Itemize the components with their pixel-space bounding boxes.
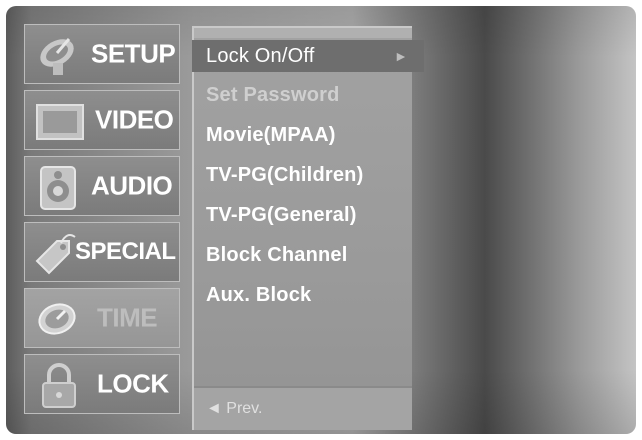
tab-video-label: VIDEO <box>95 104 174 135</box>
tab-setup[interactable]: SETUP <box>24 24 180 84</box>
menu-item-label: TV-PG(General) <box>206 204 357 226</box>
clock-icon <box>35 299 81 346</box>
tab-time[interactable]: TIME <box>24 288 180 348</box>
osd-screen: SETUP VIDEO AUDIO SPECIAL TIME LOCK Lock… <box>6 6 636 434</box>
menu-item-tv-pg-general[interactable]: TV-PG(General) <box>206 204 357 227</box>
tab-time-label: TIME <box>97 302 158 333</box>
tab-lock-label: LOCK <box>97 368 169 399</box>
lock-menu-panel: Lock On/Off ► Set Password Movie(MPAA) T… <box>192 26 424 430</box>
panel-top-bar <box>194 28 412 38</box>
menu-item-block-channel[interactable]: Block Channel <box>206 244 348 267</box>
satellite-dish-icon <box>35 33 85 84</box>
tag-icon <box>31 229 81 286</box>
tab-audio[interactable]: AUDIO <box>24 156 180 216</box>
menu-item-aux-block[interactable]: Aux. Block <box>206 284 311 307</box>
tab-special-label: SPECIAL <box>75 238 176 265</box>
tab-lock[interactable]: LOCK <box>24 354 180 414</box>
padlock-icon <box>39 363 79 416</box>
menu-item-label: Aux. Block <box>206 284 312 306</box>
menu-item-label: TV-PG(Children) <box>206 164 364 186</box>
tab-audio-label: AUDIO <box>91 170 173 201</box>
menu-item-tv-pg-children[interactable]: TV-PG(Children) <box>206 164 363 187</box>
tab-special[interactable]: SPECIAL <box>24 222 180 282</box>
menu-item-set-password[interactable]: Set Password <box>206 84 340 107</box>
menu-item-label: Movie(MPAA) <box>206 124 336 146</box>
menu-item-movie-mpaa[interactable]: Movie(MPAA) <box>206 124 336 147</box>
arrow-right-icon: ► <box>393 48 408 64</box>
screen-icon <box>35 103 85 148</box>
prev-button[interactable]: ◄ Prev. <box>194 386 412 430</box>
menu-item-label: Set Password <box>206 84 340 106</box>
menu-item-label: Lock On/Off <box>206 45 315 67</box>
menu-item-lock-on-off[interactable]: Lock On/Off ► <box>192 40 424 72</box>
tab-video[interactable]: VIDEO <box>24 90 180 150</box>
tab-setup-label: SETUP <box>91 38 176 69</box>
speaker-icon <box>35 165 83 218</box>
menu-item-label: Block Channel <box>206 244 348 266</box>
